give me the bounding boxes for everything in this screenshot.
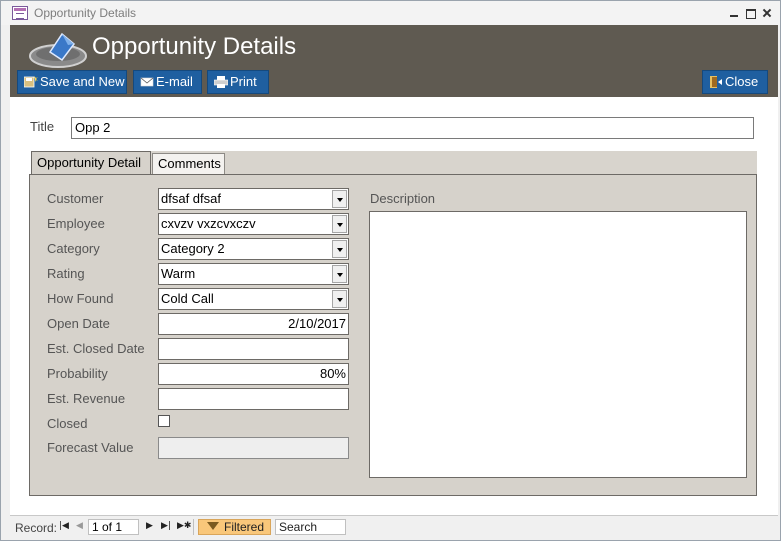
form-body: Title Opp 2 Opportunity Detail Comments …	[10, 97, 778, 515]
last-record-icon[interactable]: ▶|	[161, 521, 171, 531]
filtered-label: Filtered	[224, 520, 265, 534]
record-position-input[interactable]: 1 of 1	[88, 519, 139, 535]
rating-combo[interactable]: Warm	[158, 263, 349, 285]
close-window-icon[interactable]	[762, 8, 773, 18]
open-date-field[interactable]: 2/10/2017	[158, 313, 349, 335]
rating-label: Rating	[47, 266, 85, 281]
closed-label: Closed	[47, 416, 88, 431]
est-revenue-label: Est. Revenue	[47, 391, 126, 406]
form-header: Opportunity Details Save and New E-mail	[10, 25, 778, 97]
search-input[interactable]: Search	[275, 519, 346, 535]
separator	[193, 519, 194, 535]
customer-value: dfsaf dfsaf	[161, 191, 221, 206]
new-record-icon[interactable]: ▶✱	[177, 521, 191, 531]
chevron-down-icon[interactable]	[332, 240, 347, 258]
how-found-combo[interactable]: Cold Call	[158, 288, 349, 310]
title-label: Title	[30, 119, 55, 134]
employee-combo[interactable]: cxvzv vxzcvxczv	[158, 213, 349, 235]
rating-value: Warm	[161, 266, 196, 281]
printer-icon	[214, 76, 228, 88]
est-closed-date-label: Est. Closed Date	[47, 341, 145, 356]
how-found-value: Cold Call	[161, 291, 214, 306]
record-label: Record:	[15, 521, 58, 535]
save-and-new-label: Save and New	[40, 74, 125, 89]
save-new-icon	[24, 76, 38, 88]
first-record-icon[interactable]: |◀	[59, 521, 69, 531]
close-form-button[interactable]: Close	[702, 70, 768, 94]
employee-value: cxvzv vxzcvxczv	[161, 216, 256, 231]
form-title: Opportunity Details	[92, 33, 297, 60]
est-closed-date-field[interactable]	[158, 338, 349, 360]
chevron-down-icon[interactable]	[332, 265, 347, 283]
est-revenue-field[interactable]	[158, 388, 349, 410]
description-textarea[interactable]	[369, 211, 747, 478]
close-label: Close	[725, 74, 759, 89]
filtered-toggle[interactable]: Filtered	[198, 519, 271, 535]
category-combo[interactable]: Category 2	[158, 238, 349, 260]
minimize-icon[interactable]	[729, 8, 740, 18]
form-icon	[12, 6, 28, 20]
email-label: E-mail	[156, 74, 193, 89]
close-door-icon	[710, 76, 722, 88]
probability-label: Probability	[47, 366, 108, 381]
record-navigation-bar: Record: |◀ ◀ 1 of 1 ▶ ▶| ▶✱ Filtered Sea…	[10, 515, 778, 537]
title-input[interactable]: Opp 2	[71, 117, 754, 139]
customer-label: Customer	[47, 191, 104, 206]
forecast-value-field	[158, 437, 349, 459]
category-label: Category	[47, 241, 100, 256]
save-and-new-button[interactable]: Save and New	[17, 70, 127, 94]
forecast-value-label: Forecast Value	[47, 440, 134, 455]
customer-combo[interactable]: dfsaf dfsaf	[158, 188, 349, 210]
chevron-down-icon[interactable]	[332, 215, 347, 233]
open-date-label: Open Date	[47, 316, 110, 331]
window-title: Opportunity Details	[34, 6, 137, 20]
opportunity-detail-panel: Customer dfsaf dfsaf Employee cxvzv vxzc…	[29, 174, 757, 496]
restore-icon[interactable]	[745, 8, 756, 19]
description-label: Description	[370, 191, 436, 206]
email-button[interactable]: E-mail	[133, 70, 202, 94]
how-found-label: How Found	[47, 291, 114, 306]
tab-comments[interactable]: Comments	[152, 153, 225, 175]
window-titlebar[interactable]: Opportunity Details	[1, 1, 780, 25]
chevron-down-icon[interactable]	[332, 290, 347, 308]
closed-checkbox[interactable]	[158, 415, 170, 427]
email-icon	[140, 77, 154, 87]
probability-field[interactable]: 80%	[158, 363, 349, 385]
category-value: Category 2	[161, 241, 225, 256]
print-label: Print	[230, 74, 257, 89]
opportunity-logo-icon	[29, 32, 87, 68]
employee-label: Employee	[47, 216, 105, 231]
next-record-icon[interactable]: ▶	[146, 521, 153, 531]
access-form-window: Opportunity Details Opportunity Details …	[0, 0, 781, 541]
chevron-down-icon[interactable]	[332, 190, 347, 208]
print-button[interactable]: Print	[207, 70, 269, 94]
previous-record-icon[interactable]: ◀	[76, 521, 83, 531]
filter-icon	[207, 522, 219, 530]
